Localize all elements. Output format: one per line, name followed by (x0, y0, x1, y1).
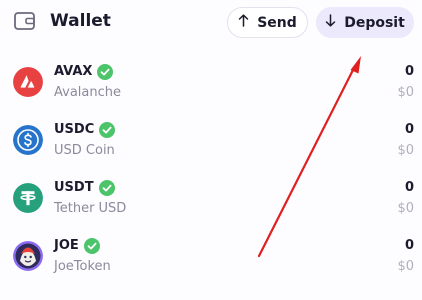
token-amount: 0 (404, 64, 414, 79)
usdt-logo-icon (13, 183, 43, 213)
token-symbol-text: JOE (54, 238, 79, 253)
token-amount: 0 (404, 180, 414, 195)
verified-check-icon (83, 238, 100, 254)
arrow-up-icon (238, 14, 249, 31)
joe-logo-icon (13, 241, 43, 271)
verified-check-icon (99, 122, 116, 138)
send-button-label: Send (257, 14, 297, 31)
token-symbol: USDT (54, 180, 115, 196)
token-symbol-text: USDC (54, 122, 95, 137)
wallet-header: Wallet Send Deposit (0, 0, 422, 44)
token-symbol-text: USDT (54, 180, 94, 195)
send-button[interactable]: Send (227, 7, 308, 38)
token-amount: 0 (404, 238, 414, 253)
deposit-button-label: Deposit (344, 14, 405, 31)
usdc-logo-icon (13, 125, 43, 155)
wallet-icon (14, 12, 35, 30)
arrow-down-icon (325, 14, 336, 31)
token-value: $0 (397, 201, 414, 216)
token-symbol: JOE (54, 238, 100, 254)
token-row-avax[interactable]: AVAX Avalanche 0 $0 (0, 58, 422, 116)
wallet-panel: Wallet Send Deposit AVAX Avalanche 0 $0 … (0, 0, 422, 300)
verified-check-icon (98, 180, 115, 196)
page-title: Wallet (50, 11, 111, 31)
token-list: AVAX Avalanche 0 $0 USDC USD Coin 0 $0 U… (0, 58, 422, 290)
token-amount: 0 (404, 122, 414, 137)
token-symbol: USDC (54, 122, 116, 138)
token-name: JoeToken (54, 259, 111, 274)
token-symbol: AVAX (54, 64, 114, 80)
token-name: Tether USD (54, 201, 127, 216)
verified-check-icon (97, 64, 114, 80)
token-row-joe[interactable]: JOE JoeToken 0 $0 (0, 232, 422, 290)
avax-logo-icon (13, 67, 43, 97)
token-row-usdt[interactable]: USDT Tether USD 0 $0 (0, 174, 422, 232)
token-value: $0 (397, 143, 414, 158)
token-value: $0 (397, 259, 414, 274)
deposit-button[interactable]: Deposit (316, 7, 414, 38)
token-row-usdc[interactable]: USDC USD Coin 0 $0 (0, 116, 422, 174)
token-name: USD Coin (54, 143, 115, 158)
token-value: $0 (397, 85, 414, 100)
token-name: Avalanche (54, 85, 121, 100)
token-symbol-text: AVAX (54, 64, 93, 79)
